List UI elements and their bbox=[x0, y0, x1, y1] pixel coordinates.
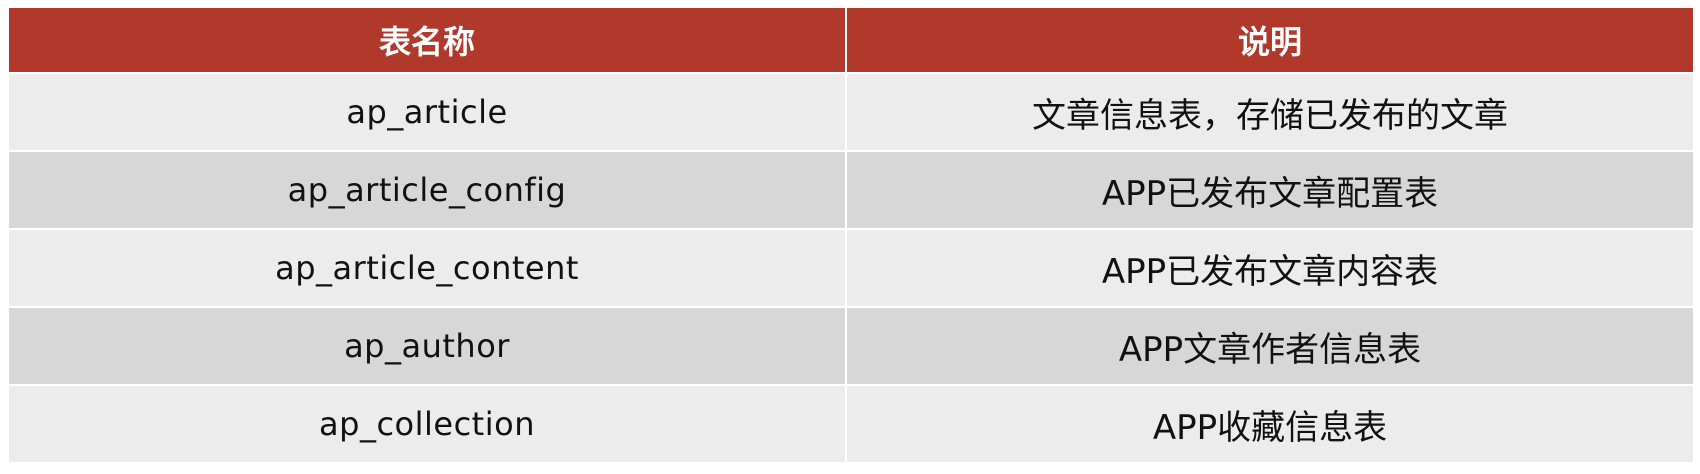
table-row: ap_article_config APP已发布文章配置表 bbox=[7, 150, 1695, 230]
column-header-description: 说明 bbox=[845, 6, 1695, 74]
column-header-table-name: 表名称 bbox=[7, 6, 847, 74]
table-row: ap_author APP文章作者信息表 bbox=[7, 306, 1695, 386]
table-name-cell: ap_author bbox=[7, 306, 847, 386]
table-row: ap_collection APP收藏信息表 bbox=[7, 384, 1695, 464]
table-name-cell: ap_collection bbox=[7, 384, 847, 464]
description-cell: APP文章作者信息表 bbox=[845, 306, 1695, 386]
description-cell: APP收藏信息表 bbox=[845, 384, 1695, 464]
table-name-cell: ap_article_content bbox=[7, 228, 847, 308]
table-list: 表名称 说明 ap_article 文章信息表，存储已发布的文章 ap_arti… bbox=[7, 6, 1695, 464]
table-name-cell: ap_article_config bbox=[7, 150, 847, 230]
description-cell: APP已发布文章内容表 bbox=[845, 228, 1695, 308]
table-header-row: 表名称 说明 bbox=[7, 6, 1695, 74]
table-row: ap_article_content APP已发布文章内容表 bbox=[7, 228, 1695, 308]
description-cell: 文章信息表，存储已发布的文章 bbox=[845, 72, 1695, 152]
table-container: 表名称 说明 ap_article 文章信息表，存储已发布的文章 ap_arti… bbox=[7, 6, 1695, 464]
description-cell: APP已发布文章配置表 bbox=[845, 150, 1695, 230]
table-row: ap_article 文章信息表，存储已发布的文章 bbox=[7, 72, 1695, 152]
table-name-cell: ap_article bbox=[7, 72, 847, 152]
